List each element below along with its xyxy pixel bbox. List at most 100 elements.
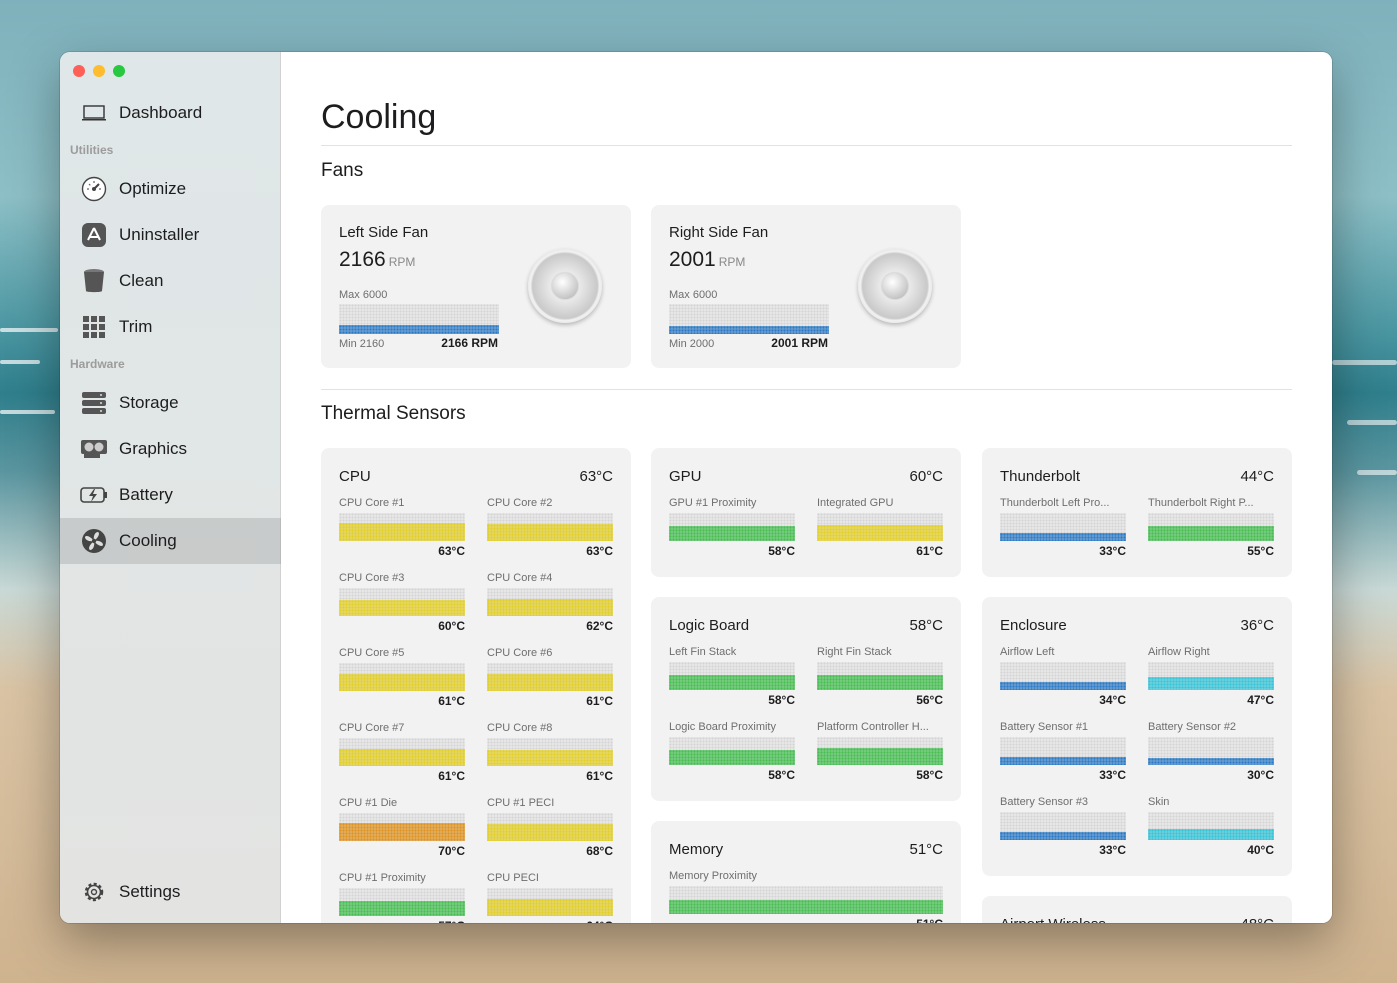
sensor-history-bar	[1000, 662, 1126, 690]
sidebar-section-hardware: Hardware	[70, 357, 125, 371]
sensor-value: 61°C	[586, 694, 613, 708]
group-title: GPU	[669, 468, 702, 485]
sidebar-item-graphics[interactable]: Graphics	[60, 426, 281, 472]
fan-rpm: 2001 RPM	[669, 248, 745, 272]
app-store-icon	[80, 221, 108, 249]
bar-fill	[669, 900, 943, 914]
speedometer-icon	[80, 175, 108, 203]
bar-fill	[669, 525, 795, 541]
zoom-window-button[interactable]	[113, 65, 125, 77]
group-temperature: 58°C	[909, 617, 943, 634]
sensor-history-bar	[817, 513, 943, 541]
bar-fill	[1148, 758, 1274, 765]
sensor-value: 64°C	[553, 919, 613, 923]
bar-fill	[817, 748, 943, 765]
bar-fill	[1000, 681, 1126, 690]
fan-card-right: Right Side Fan 2001 RPM Max 6000 Min 2000…	[651, 205, 961, 368]
group-title: Airport Wireless	[1000, 916, 1106, 923]
sensor-history-bar	[1000, 513, 1126, 541]
sensor-label: CPU Core #1	[339, 497, 405, 509]
sensor-label: CPU Core #6	[487, 647, 553, 659]
sensor-value: 61°C	[586, 769, 613, 783]
sidebar-item-settings[interactable]: Settings	[60, 869, 281, 915]
bar-fill	[339, 325, 499, 334]
group-title: Thunderbolt	[1000, 468, 1081, 485]
sensor-value: 63°C	[438, 544, 465, 558]
bar-fill	[817, 675, 943, 690]
sidebar-item-dashboard[interactable]: Dashboard	[60, 90, 281, 136]
bar-fill	[1000, 533, 1126, 541]
sensor-label: Left Fin Stack	[669, 646, 737, 658]
sensor-label: Airflow Right	[1148, 646, 1210, 658]
sensor-history-bar	[1148, 812, 1274, 840]
bar-fill	[339, 674, 465, 691]
sensor-label: Skin	[1148, 796, 1170, 808]
fan-icon	[858, 249, 932, 323]
sensor-value: 33°C	[1099, 768, 1126, 782]
sensor-history-bar	[1000, 737, 1126, 765]
sensor-value: 68°C	[586, 844, 613, 858]
sidebar-item-battery[interactable]: Battery	[60, 472, 281, 518]
sidebar-item-clean[interactable]: Clean	[60, 258, 281, 304]
sidebar-item-label: Battery	[119, 485, 173, 504]
wave-decoration	[1347, 420, 1397, 425]
bar-fill	[487, 749, 613, 766]
sidebar-item-trim[interactable]: Trim	[60, 304, 281, 350]
sidebar-item-label: Uninstaller	[119, 225, 200, 244]
fan-name: Left Side Fan	[339, 224, 429, 241]
wave-decoration	[0, 410, 55, 414]
group-temperature: 48°C	[1240, 916, 1274, 923]
sensor-label: CPU Core #8	[487, 722, 553, 734]
sensor-value: 70°C	[438, 844, 465, 858]
sensor-history-bar	[487, 588, 613, 616]
sensor-value: 61°C	[438, 769, 465, 783]
sensor-label: Battery Sensor #3	[1000, 796, 1089, 808]
bar-fill	[487, 899, 613, 916]
sensor-history-bar	[1148, 662, 1274, 690]
sensor-label: Integrated GPU	[817, 497, 894, 509]
sensor-value: 62°C	[586, 619, 613, 633]
sensor-group-gpu: GPU 60°C GPU #1 Proximity 58°C Integrated GP…	[651, 448, 961, 577]
sensor-value: 55°C	[1247, 544, 1274, 558]
sensor-history-bar	[817, 737, 943, 765]
traffic-lights	[73, 65, 125, 77]
sidebar-section-utilities: Utilities	[70, 143, 114, 157]
fans-heading: Fans	[321, 160, 364, 181]
sidebar-item-label: Storage	[119, 393, 179, 412]
sidebar-item-storage[interactable]: Storage	[60, 380, 281, 426]
sidebar-item-cooling[interactable]: Cooling	[60, 518, 281, 564]
fan-rpm-unit: RPM	[718, 255, 746, 269]
group-title: Logic Board	[669, 617, 750, 634]
sidebar-item-label: Graphics	[119, 439, 188, 458]
sidebar-item-uninstaller[interactable]: Uninstaller	[60, 212, 281, 258]
minimize-window-button[interactable]	[93, 65, 105, 77]
sensor-value: 58°C	[768, 768, 795, 782]
bar-fill	[339, 749, 465, 766]
sidebar-item-label: Cooling	[119, 531, 177, 550]
fan-current: 2001 RPM	[771, 336, 828, 350]
sensor-group-cpu: CPU 63°C CPU Core #1 63°C CPU Core #2 63°C CPU…	[321, 448, 631, 923]
sensor-group-memory: Memory 51°C Memory Proximity 51°C	[651, 821, 961, 923]
fan-rpm-unit: RPM	[388, 255, 416, 269]
bar-fill	[1148, 677, 1274, 690]
sensor-label: CPU Core #7	[339, 722, 405, 734]
fan-icon	[528, 249, 602, 323]
sidebar-item-label: Dashboard	[119, 103, 203, 122]
fan-rpm-value: 2001	[669, 248, 716, 271]
bar-fill	[339, 822, 465, 841]
battery-icon	[80, 481, 108, 509]
sensor-label: Platform Controller H...	[817, 721, 929, 733]
sensor-value: 47°C	[1247, 693, 1274, 707]
sidebar-item-optimize[interactable]: Optimize	[60, 166, 281, 212]
sensor-history-bar	[339, 888, 465, 916]
laptop-icon	[80, 99, 108, 127]
sensor-label: GPU #1 Proximity	[669, 497, 757, 509]
sensor-history-bar	[1148, 737, 1274, 765]
sensor-label: CPU Core #4	[487, 572, 553, 584]
sensor-label: Memory Proximity	[669, 870, 758, 882]
fan-icon	[80, 527, 108, 555]
close-window-button[interactable]	[73, 65, 85, 77]
gpu-card-icon	[80, 435, 108, 463]
group-temperature: 63°C	[579, 468, 613, 485]
bar-fill	[487, 599, 613, 616]
